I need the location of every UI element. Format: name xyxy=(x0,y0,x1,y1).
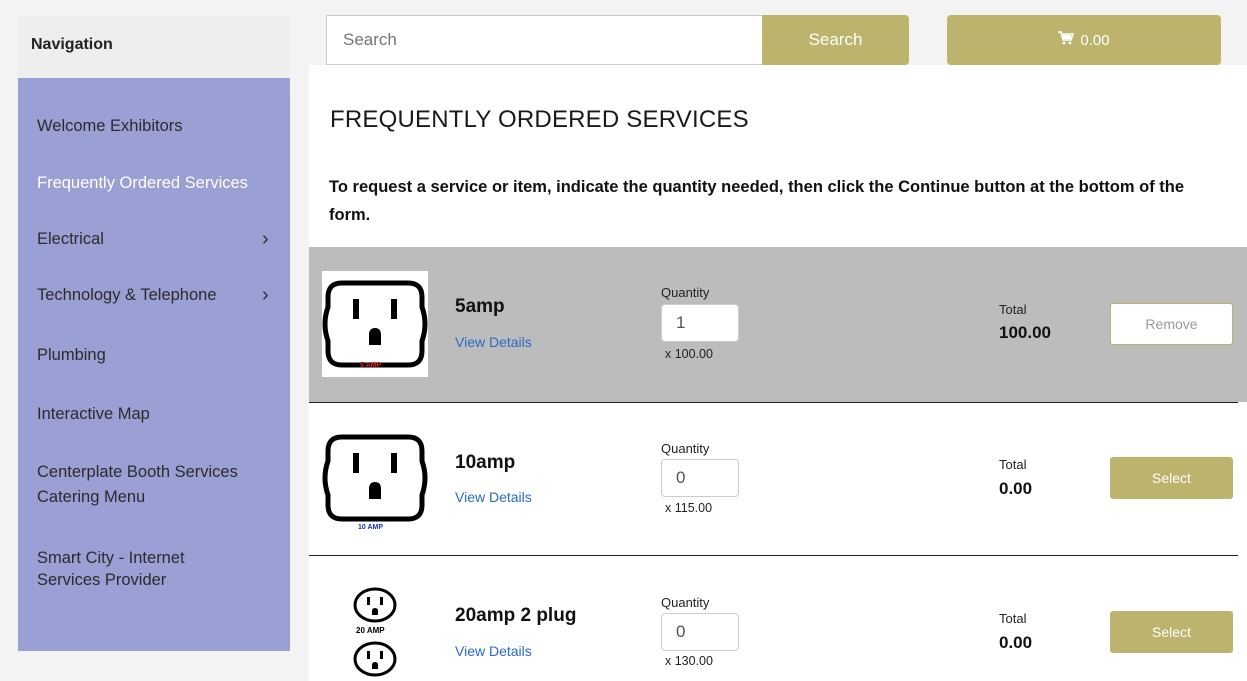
cart-icon xyxy=(1058,31,1075,49)
sidebar-item-electrical[interactable]: Electrical › xyxy=(18,228,290,250)
total-value: 0.00 xyxy=(999,633,1033,652)
product-name: 10amp xyxy=(455,452,516,473)
view-details-link[interactable]: View Details xyxy=(455,489,532,505)
sidebar-item-technology-telephone[interactable]: Technology & Telephone › xyxy=(18,284,290,306)
page: Navigation Welcome Exhibitors Frequently… xyxy=(0,0,1247,681)
view-details-link[interactable]: View Details xyxy=(455,643,532,659)
unit-price: x 115.00 xyxy=(665,501,713,515)
quantity-input[interactable] xyxy=(661,613,739,651)
page-title: FREQUENTLY ORDERED SERVICES xyxy=(330,106,749,133)
sidebar-item-catering-menu[interactable]: Centerplate Booth Services Catering Menu xyxy=(18,460,278,510)
product-name: 5amp xyxy=(455,296,505,317)
sidebar-item-internet-provider[interactable]: Smart City - Internet Services Provider xyxy=(18,547,248,591)
quantity-label: Quantity xyxy=(661,595,710,610)
sidebar-item-welcome-exhibitors[interactable]: Welcome Exhibitors xyxy=(18,117,290,136)
product-name: 20amp 2 plug xyxy=(455,605,577,626)
sidebar-item-plumbing[interactable]: Plumbing xyxy=(18,346,290,365)
search-button[interactable]: Search xyxy=(762,15,909,65)
nav-heading: Navigation xyxy=(18,16,290,78)
total-value: 0.00 xyxy=(999,479,1033,498)
sidebar-item-frequently-ordered[interactable]: Frequently Ordered Services xyxy=(18,174,290,193)
sidebar-item-interactive-map[interactable]: Interactive Map xyxy=(18,405,290,424)
quantity-label: Quantity xyxy=(661,441,710,456)
total-label: Total xyxy=(999,302,1027,317)
search-input[interactable] xyxy=(326,15,763,65)
sidebar-item-label: Technology & Telephone xyxy=(37,286,217,304)
select-button[interactable]: Select xyxy=(1110,457,1233,499)
quantity-input[interactable] xyxy=(661,459,739,497)
select-button[interactable]: Select xyxy=(1110,611,1233,653)
image-caption: 20 AMP xyxy=(356,626,385,635)
outlet-20amp-image: 20 AMP xyxy=(347,586,403,681)
product-row-10amp: 10 AMP 10amp View Details Quantity x 115… xyxy=(309,403,1247,555)
image-caption: 5 AMP xyxy=(360,362,382,369)
nav-list: Welcome Exhibitors Frequently Ordered Se… xyxy=(18,78,290,651)
unit-price: x 100.00 xyxy=(665,347,713,361)
unit-price: x 130.00 xyxy=(665,654,713,668)
total-value: 100.00 xyxy=(999,323,1051,342)
outlet-5amp-image: 5 AMP xyxy=(322,271,428,377)
product-row-5amp: 5 AMP 5amp View Details Quantity x 100.0… xyxy=(309,247,1247,402)
sidebar-item-label: Centerplate Booth Services Catering Menu xyxy=(37,463,238,506)
remove-button[interactable]: Remove xyxy=(1110,303,1233,345)
view-details-link[interactable]: View Details xyxy=(455,334,532,350)
chevron-right-icon: › xyxy=(262,228,269,250)
cart-total: 0.00 xyxy=(1080,31,1110,49)
outlet-10amp-image: 10 AMP xyxy=(322,425,428,537)
sidebar-item-label: Electrical xyxy=(37,230,104,248)
instructions-text: To request a service or item, indicate t… xyxy=(329,178,1185,224)
product-row-20amp: 20 AMP 20amp 2 plug View Details Quantit… xyxy=(309,556,1247,681)
cart-button[interactable]: 0.00 xyxy=(947,15,1221,65)
total-label: Total xyxy=(999,611,1027,626)
chevron-right-icon: › xyxy=(262,284,269,306)
sidebar-item-label: Frequently Ordered Services xyxy=(37,174,248,192)
quantity-label: Quantity xyxy=(661,285,710,300)
total-label: Total xyxy=(999,457,1027,472)
image-caption: 10 AMP xyxy=(358,524,384,531)
sidebar-item-label: Smart City - Internet Services Provider xyxy=(37,549,185,589)
sidebar-item-label: Interactive Map xyxy=(37,405,150,423)
sidebar-item-label: Welcome Exhibitors xyxy=(37,117,183,135)
sidebar-item-label: Plumbing xyxy=(37,346,106,364)
quantity-input[interactable] xyxy=(661,304,739,342)
sidebar: Navigation Welcome Exhibitors Frequently… xyxy=(18,16,290,651)
